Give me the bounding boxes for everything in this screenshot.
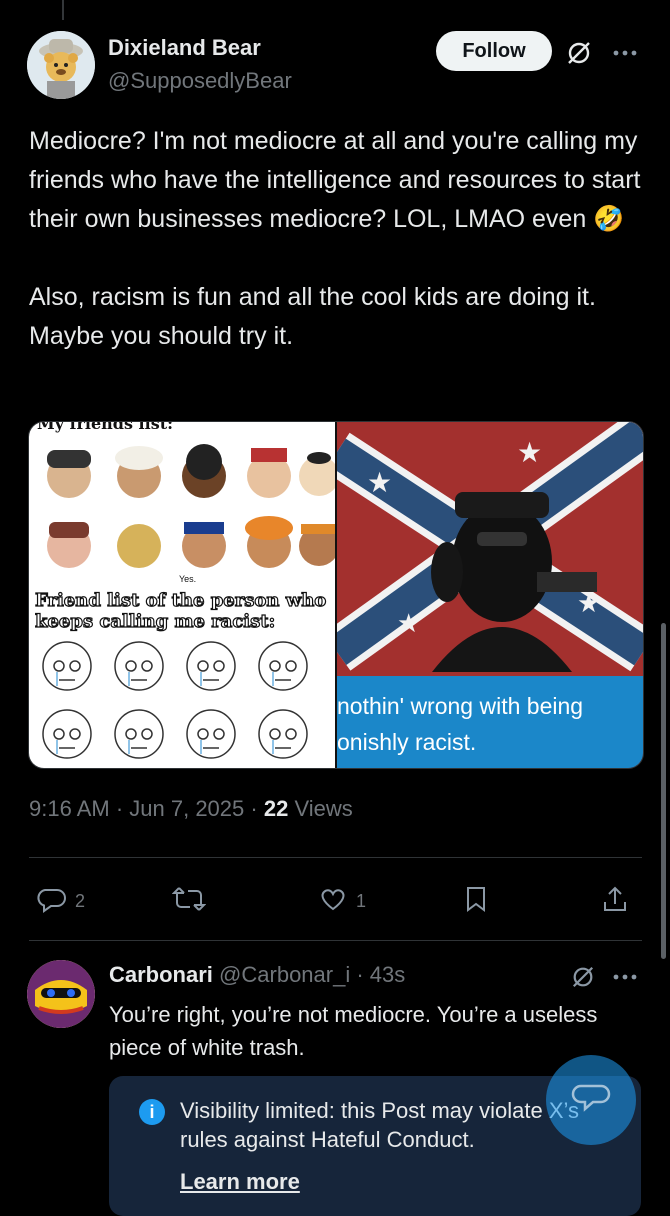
chat-bubble-icon bbox=[571, 1078, 611, 1123]
reply-count: 2 bbox=[75, 891, 86, 911]
divider bbox=[29, 857, 642, 858]
reply-icon bbox=[37, 884, 67, 919]
reply-action[interactable]: 2 bbox=[37, 884, 85, 919]
meme-small-text: Yes. bbox=[179, 574, 197, 584]
post-time: 9:16 AM bbox=[29, 796, 110, 821]
meme-image-left[interactable]: My friends list: Yes. Friend list of the… bbox=[29, 422, 335, 768]
bookmark-action[interactable] bbox=[461, 884, 491, 919]
share-icon bbox=[600, 884, 630, 919]
reply-header: Carbonari @Carbonar_i · 43s bbox=[109, 962, 406, 987]
learn-more-link[interactable]: Learn more bbox=[180, 1169, 300, 1195]
like-count: 1 bbox=[356, 891, 367, 911]
svg-text:★: ★ bbox=[577, 588, 600, 618]
svg-text:★: ★ bbox=[397, 608, 420, 638]
repost-icon bbox=[171, 884, 207, 919]
meme-left-caption: Friend list of the person who keeps call… bbox=[34, 589, 327, 632]
bookmark-icon bbox=[461, 884, 491, 919]
views-count: 22 bbox=[263, 796, 289, 821]
heart-icon bbox=[318, 884, 348, 919]
compose-reply-button[interactable] bbox=[546, 1055, 636, 1145]
share-action[interactable] bbox=[600, 884, 630, 919]
post-timestamp[interactable]: 9:16 AM · Jun 7, 2025 · 22 Views bbox=[29, 796, 353, 822]
info-icon: i bbox=[139, 1099, 165, 1125]
post-text: Mediocre? I'm not mediocre at all and yo… bbox=[29, 127, 641, 350]
reply-author-handle[interactable]: @Carbonar_i bbox=[219, 962, 350, 987]
more-options-icon[interactable] bbox=[608, 38, 642, 68]
svg-text:★: ★ bbox=[367, 467, 392, 498]
like-action[interactable]: 1 bbox=[318, 884, 366, 919]
reply-avatar[interactable] bbox=[27, 960, 95, 1028]
thread-connector-line bbox=[62, 0, 64, 20]
reply-text: You’re right, you’re not mediocre. You’r… bbox=[109, 1002, 598, 1060]
more-options-icon[interactable] bbox=[608, 962, 642, 992]
scrollbar[interactable] bbox=[661, 623, 666, 959]
meme-right-caption: nothin' wrong with being onishly racist. bbox=[337, 676, 643, 768]
grok-icon[interactable] bbox=[562, 38, 596, 68]
meme-top-caption: My friends list: bbox=[37, 421, 174, 433]
follow-button[interactable]: Follow bbox=[436, 31, 552, 71]
post-media[interactable]: My friends list: Yes. Friend list of the… bbox=[28, 421, 644, 769]
author-avatar[interactable] bbox=[27, 31, 95, 99]
post-date: Jun 7, 2025 bbox=[129, 796, 245, 821]
reply-time[interactable]: 43s bbox=[370, 962, 405, 987]
author-name[interactable]: Dixieland Bear bbox=[108, 35, 261, 61]
meme-image-right[interactable]: ★ ★ ★ ★ nothin' wrong with being onishly ra… bbox=[337, 422, 643, 768]
reply-author-name[interactable]: Carbonari bbox=[109, 962, 213, 987]
author-handle[interactable]: @SupposedlyBear bbox=[108, 68, 292, 94]
grok-icon[interactable] bbox=[566, 962, 600, 992]
divider bbox=[29, 940, 642, 941]
repost-action[interactable] bbox=[171, 884, 214, 919]
svg-text:★: ★ bbox=[517, 437, 542, 468]
views-label: Views bbox=[294, 796, 353, 821]
